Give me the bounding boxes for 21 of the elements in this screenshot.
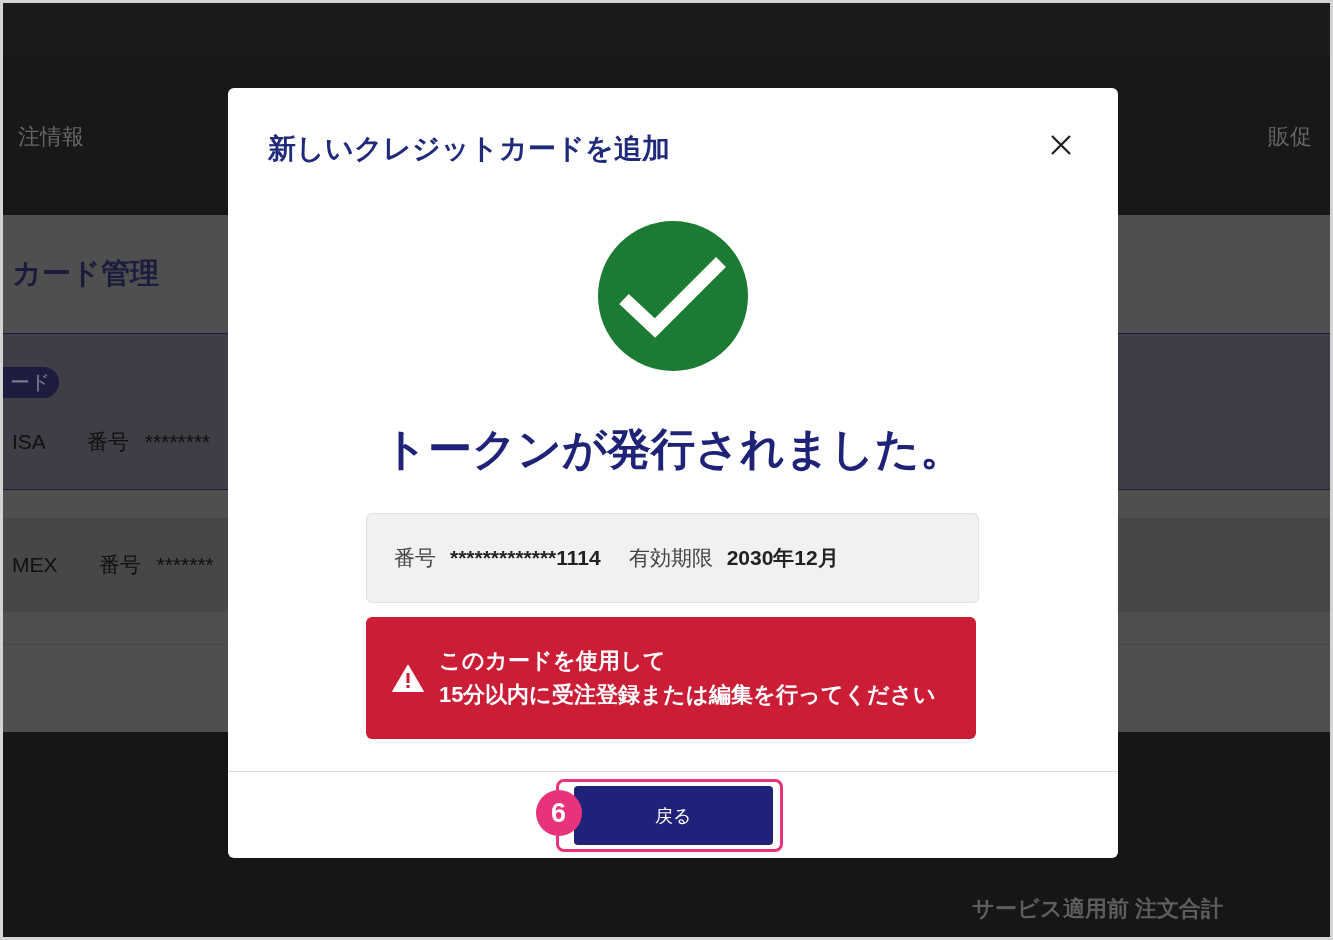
success-message: トークンが発行されました。 bbox=[382, 423, 964, 475]
nav-item[interactable]: 販促 bbox=[1268, 121, 1312, 152]
summary-label: サービス適用前 注文合計 bbox=[971, 895, 1225, 923]
info-value: *************1114 bbox=[450, 546, 601, 570]
step-number-badge: 6 bbox=[535, 790, 582, 836]
card-number: ******* bbox=[156, 553, 214, 577]
number-label: 番号 bbox=[98, 552, 141, 578]
check-circle-icon bbox=[598, 221, 748, 371]
card-label-tag: ード bbox=[3, 367, 59, 398]
close-icon bbox=[1050, 134, 1072, 156]
info-label: 番号 bbox=[394, 545, 436, 571]
dialog-title: 新しいクレジットカードを追加 bbox=[268, 132, 670, 166]
info-value: 2030年12月 bbox=[726, 545, 839, 571]
back-button[interactable]: 戻る bbox=[573, 786, 773, 845]
card-brand: MEX bbox=[12, 553, 58, 577]
info-label: 有効期限 bbox=[628, 545, 713, 571]
warning-icon bbox=[392, 664, 424, 692]
card-number: ******** bbox=[144, 430, 211, 454]
alert-text: このカードを使用して 15分以内に受注登録または編集を行ってください bbox=[439, 647, 937, 709]
nav-item[interactable]: 注情報 bbox=[18, 121, 84, 152]
close-button[interactable] bbox=[1050, 134, 1072, 156]
